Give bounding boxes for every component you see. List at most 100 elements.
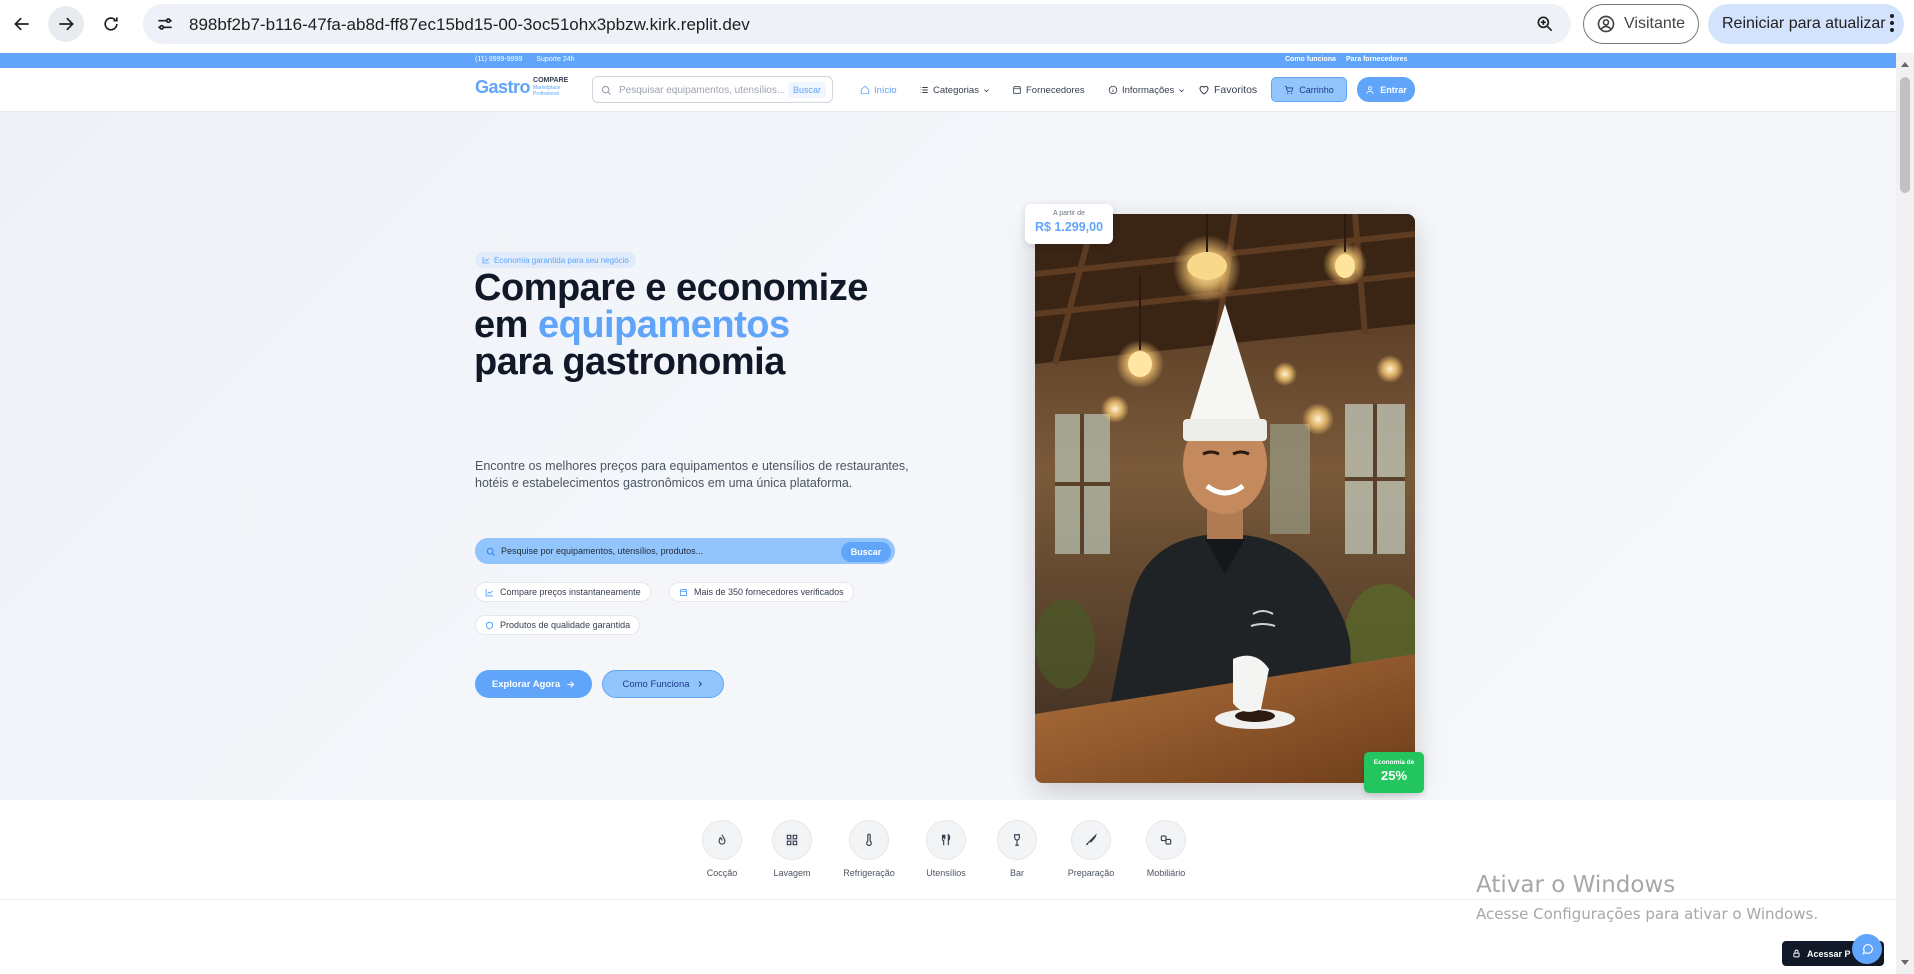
utensils-icon xyxy=(941,833,951,846)
address-bar[interactable]: 898bf2b7-b116-47fa-ab8d-ff87ec15bd15-00-… xyxy=(143,4,1571,44)
hero-search[interactable]: Pesquise por equipamentos, utensílios, p… xyxy=(475,538,895,564)
category-item[interactable]: Bar xyxy=(977,820,1057,878)
how-it-works-button[interactable]: Como Funciona xyxy=(602,670,724,698)
arrow-right-icon xyxy=(567,680,575,688)
chart-line-icon xyxy=(485,588,493,596)
nav-categories[interactable]: Categorias xyxy=(919,68,990,112)
savings-label: Economia de xyxy=(1373,759,1415,766)
chat-button[interactable] xyxy=(1852,934,1882,964)
logo-main: Gastro xyxy=(475,77,531,97)
category-item[interactable]: Preparação xyxy=(1051,820,1131,878)
hero-search-input[interactable]: Pesquise por equipamentos, utensílios, p… xyxy=(501,546,703,556)
windows-activation-subtitle: Acesse Configurações para ativar o Windo… xyxy=(1476,905,1819,923)
windows-activation-title: Ativar o Windows xyxy=(1476,872,1676,898)
chevron-down-icon xyxy=(984,88,989,92)
forward-button[interactable] xyxy=(48,6,84,42)
update-button[interactable]: Reiniciar para atualizar xyxy=(1708,4,1904,44)
scroll-down-arrow[interactable] xyxy=(1901,960,1909,965)
category-label: Bar xyxy=(1009,868,1024,878)
hero-lead: Encontre os melhores preços para equipam… xyxy=(475,459,909,490)
arrow-left-icon xyxy=(14,17,29,31)
profile-label: Visitante xyxy=(1624,15,1686,32)
for-suppliers-link[interactable]: Para fornecedores xyxy=(1346,56,1407,63)
category-label: Mobiliário xyxy=(1146,868,1186,878)
header-search-input[interactable]: Pesquisar equipamentos, utensílios... xyxy=(619,85,785,96)
page-scrollbar[interactable] xyxy=(1896,53,1914,974)
feature-label: Mais de 350 fornecedores verificados xyxy=(694,587,844,597)
hero-title-line1: Compare e economize xyxy=(474,267,868,309)
search-icon xyxy=(486,547,496,557)
reload-icon xyxy=(104,17,118,31)
hero-badge: Economia garantida para seu negócio xyxy=(475,252,636,268)
category-item[interactable]: Cocção xyxy=(682,820,762,878)
hero-section: Economia garantida para seu negócio Comp… xyxy=(0,112,1896,800)
grid-icon xyxy=(786,834,798,846)
chef-photo xyxy=(1035,214,1415,783)
phone-text: (11) 9999-9999 xyxy=(475,56,523,63)
nav-home-label: Início xyxy=(874,84,897,96)
scrollbar-thumb[interactable] xyxy=(1900,77,1910,193)
savings-value: 25% xyxy=(1380,768,1408,783)
cart-icon xyxy=(1285,85,1294,94)
store-icon xyxy=(679,588,688,596)
zoom-icon[interactable] xyxy=(1535,14,1555,34)
site-settings-icon[interactable] xyxy=(155,14,175,34)
chevron-down-icon xyxy=(1179,88,1185,92)
hero-title-accent: equipamentos xyxy=(537,304,790,346)
top-info-bar: (11) 9999-9999 Suporte 24h Como funciona… xyxy=(0,53,1896,68)
shield-icon xyxy=(486,621,493,629)
arrow-right-icon xyxy=(59,17,74,31)
nav-info[interactable]: Informações xyxy=(1108,68,1185,112)
how-it-works-label: Como Funciona xyxy=(622,678,690,690)
user-icon xyxy=(1366,85,1374,94)
category-label: Cocção xyxy=(706,868,738,878)
header-search-button[interactable]: Buscar xyxy=(787,82,826,98)
wine-icon xyxy=(1014,834,1020,846)
price-card: A partir de R$ 1.299,00 xyxy=(1025,204,1113,244)
explore-button[interactable]: Explorar Agora xyxy=(475,670,592,698)
nav-favorites[interactable]: Favoritos xyxy=(1198,68,1257,112)
chat-icon xyxy=(1861,943,1873,955)
feature-chip: Produtos de qualidade garantida xyxy=(475,615,641,635)
nav-home[interactable]: Início xyxy=(860,68,897,112)
web-page: (11) 9999-9999 Suporte 24h Como funciona… xyxy=(0,53,1896,974)
category-label: Preparação xyxy=(1067,868,1115,878)
update-label: Reiniciar para atualizar xyxy=(1722,15,1886,32)
knife-icon xyxy=(1085,833,1097,846)
flame-icon xyxy=(718,834,726,845)
list-icon xyxy=(920,86,928,94)
profile-button[interactable]: Visitante xyxy=(1583,4,1699,44)
header-search[interactable]: Pesquisar equipamentos, utensílios... Bu… xyxy=(592,76,833,103)
category-item[interactable]: Lavagem xyxy=(752,820,832,878)
category-item[interactable]: Refrigeração xyxy=(829,820,909,878)
chevron-right-icon xyxy=(698,681,702,687)
nav-suppliers[interactable]: Fornecedores xyxy=(1012,68,1085,112)
feature-chip: Compare preços instantaneamente xyxy=(475,582,651,602)
info-icon xyxy=(1108,85,1118,95)
hero-title-em: em xyxy=(474,304,528,346)
url-text[interactable]: 898bf2b7-b116-47fa-ab8d-ff87ec15bd15-00-… xyxy=(189,15,750,35)
how-it-works-link[interactable]: Como funciona xyxy=(1285,56,1336,63)
hero-search-button[interactable]: Buscar xyxy=(841,542,891,562)
nav-info-label: Informações xyxy=(1122,84,1175,96)
search-icon xyxy=(601,85,612,96)
menu-dots-icon[interactable] xyxy=(1890,13,1894,33)
feature-label: Compare preços instantaneamente xyxy=(500,587,641,597)
hero-badge-label: Economia garantida para seu negócio xyxy=(494,255,629,265)
category-label: Lavagem xyxy=(773,868,811,878)
cart-button[interactable]: Carrinho xyxy=(1271,77,1347,102)
lock-icon xyxy=(1793,949,1800,958)
hero-title-line3: para gastronomia xyxy=(474,341,785,383)
back-button[interactable] xyxy=(4,6,40,42)
browser-toolbar: 898bf2b7-b116-47fa-ab8d-ff87ec15bd15-00-… xyxy=(0,0,1914,48)
login-button[interactable]: Entrar xyxy=(1357,77,1415,102)
category-label: Refrigeração xyxy=(843,868,895,878)
account-icon xyxy=(1597,15,1615,33)
chef-illustration xyxy=(1035,214,1415,783)
logo[interactable]: Gastro COMPARE Marketplace Profissional xyxy=(475,77,568,98)
scroll-up-arrow[interactable] xyxy=(1901,62,1909,67)
category-item[interactable]: Utensílios xyxy=(906,820,986,878)
reload-button[interactable] xyxy=(93,6,129,42)
category-item[interactable]: Mobiliário xyxy=(1126,820,1206,878)
price-label: A partir de xyxy=(1053,210,1085,217)
